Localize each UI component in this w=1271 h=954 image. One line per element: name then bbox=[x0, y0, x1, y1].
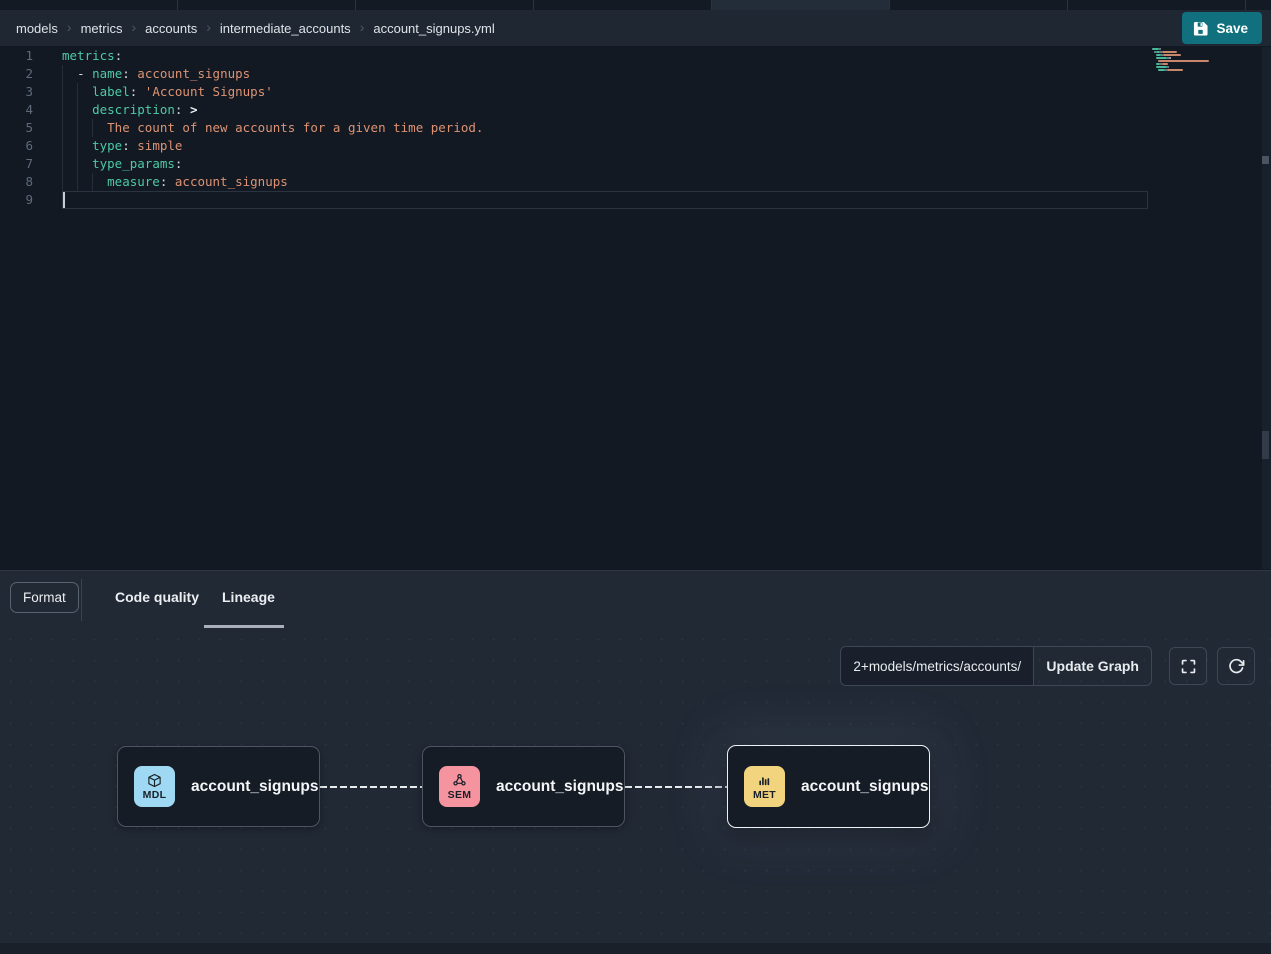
lineage-node-model[interactable]: MDL account_signups bbox=[117, 746, 320, 827]
code-line: The count of new accounts for a given ti… bbox=[62, 119, 483, 137]
window-tab[interactable] bbox=[356, 0, 534, 10]
minimap-line bbox=[1156, 57, 1167, 59]
code-line: description: > bbox=[62, 101, 483, 119]
active-tab-underline bbox=[204, 625, 284, 628]
line-number: 5 bbox=[0, 119, 33, 137]
canvas-bottom-strip bbox=[0, 943, 1271, 954]
code-line bbox=[62, 191, 483, 209]
panel-tab-bar: Format Code quality Lineage bbox=[0, 571, 1271, 629]
window-tab-strip bbox=[0, 0, 1271, 10]
semantic-badge-label: SEM bbox=[448, 789, 472, 801]
lineage-edge bbox=[320, 786, 422, 788]
code-line: metrics: bbox=[62, 47, 483, 65]
selector-group: Update Graph bbox=[840, 646, 1152, 686]
bar-chart-icon bbox=[757, 773, 772, 788]
code-line: measure: account_signups bbox=[62, 173, 483, 191]
chevron-right-icon: › bbox=[67, 20, 72, 34]
breadcrumb-item[interactable]: accounts bbox=[145, 21, 197, 36]
breadcrumb-bar: models › metrics › accounts › intermediate_acc… bbox=[0, 10, 1271, 46]
window-tab[interactable] bbox=[1246, 0, 1271, 10]
node-label: account_signups bbox=[496, 778, 623, 796]
chevron-right-icon: › bbox=[360, 20, 365, 34]
model-badge-label: MDL bbox=[143, 789, 167, 801]
breadcrumb-item[interactable]: intermediate_accounts bbox=[220, 21, 351, 36]
minimap-line bbox=[1158, 60, 1209, 62]
tab-bar-divider bbox=[81, 579, 82, 621]
save-button-label: Save bbox=[1216, 21, 1248, 36]
code-line: type_params: bbox=[62, 155, 483, 173]
minimap-line bbox=[1169, 57, 1171, 59]
breadcrumb: models › metrics › accounts › intermediate_acc… bbox=[16, 21, 495, 36]
semantic-badge: SEM bbox=[439, 766, 480, 807]
line-number: 7 bbox=[0, 155, 33, 173]
fullscreen-icon bbox=[1180, 658, 1197, 675]
code-line: label: 'Account Signups' bbox=[62, 83, 483, 101]
save-button[interactable]: Save bbox=[1182, 12, 1262, 44]
minimap-line bbox=[1162, 63, 1168, 65]
line-number: 6 bbox=[0, 137, 33, 155]
line-number: 3 bbox=[0, 83, 33, 101]
minimap[interactable] bbox=[1150, 46, 1262, 570]
lineage-toolbar: Update Graph bbox=[840, 646, 1255, 686]
chevron-right-icon: › bbox=[131, 20, 136, 34]
minimap-line bbox=[1163, 54, 1180, 56]
cube-icon bbox=[147, 773, 162, 788]
format-button[interactable]: Format bbox=[10, 582, 79, 613]
breadcrumb-item[interactable]: models bbox=[16, 21, 58, 36]
code-line: - name: account_signups bbox=[62, 65, 483, 83]
minimap-line bbox=[1167, 69, 1182, 71]
refresh-icon bbox=[1228, 658, 1245, 675]
line-number: 4 bbox=[0, 101, 33, 119]
tab-code-quality[interactable]: Code quality bbox=[115, 589, 199, 605]
minimap-line bbox=[1159, 48, 1161, 50]
scrollbar-marker bbox=[1262, 156, 1269, 164]
window-tab[interactable] bbox=[534, 0, 712, 10]
code-line: type: simple bbox=[62, 137, 483, 155]
editor-scrollbar[interactable] bbox=[1262, 47, 1271, 569]
window-tab-active[interactable] bbox=[712, 0, 890, 10]
window-tab[interactable] bbox=[890, 0, 1068, 10]
code-editor[interactable]: 123456789 metrics: - name: account_signu… bbox=[0, 46, 1271, 570]
line-number: 2 bbox=[0, 65, 33, 83]
minimap-line bbox=[1156, 66, 1167, 68]
metric-badge: MET bbox=[744, 766, 785, 807]
line-number: 9 bbox=[0, 191, 33, 209]
save-icon bbox=[1193, 21, 1208, 36]
chevron-right-icon: › bbox=[206, 20, 211, 34]
fullscreen-button[interactable] bbox=[1169, 647, 1207, 685]
editor-gutter: 123456789 bbox=[0, 47, 33, 209]
tab-lineage[interactable]: Lineage bbox=[222, 589, 275, 605]
window-tab[interactable] bbox=[1068, 0, 1246, 10]
minimap-line bbox=[1152, 48, 1159, 50]
breadcrumb-item: account_signups.yml bbox=[373, 21, 494, 36]
breadcrumb-item[interactable]: metrics bbox=[81, 21, 123, 36]
lineage-selector-input[interactable] bbox=[841, 647, 1033, 685]
update-graph-button[interactable]: Update Graph bbox=[1033, 647, 1151, 685]
node-label: account_signups bbox=[191, 778, 318, 796]
refresh-graph-button[interactable] bbox=[1217, 647, 1255, 685]
line-number: 1 bbox=[0, 47, 33, 65]
lineage-node-semantic-model[interactable]: SEM account_signups bbox=[422, 746, 625, 827]
node-label: account_signups bbox=[801, 778, 928, 796]
window-tab[interactable] bbox=[178, 0, 356, 10]
metric-badge-label: MET bbox=[753, 789, 776, 801]
minimap-line bbox=[1167, 66, 1169, 68]
lineage-node-metric-selected[interactable]: MET account_signups bbox=[727, 745, 930, 828]
lineage-edge bbox=[625, 786, 727, 788]
network-icon bbox=[452, 773, 467, 788]
bottom-panel: Format Code quality Lineage Update Graph bbox=[0, 570, 1271, 954]
minimap-line bbox=[1158, 69, 1165, 71]
model-badge: MDL bbox=[134, 766, 175, 807]
scrollbar-thumb[interactable] bbox=[1262, 431, 1269, 459]
editor-code[interactable]: metrics: - name: account_signups label: … bbox=[62, 47, 483, 209]
minimap-line bbox=[1162, 51, 1177, 53]
window-tab[interactable] bbox=[0, 0, 178, 10]
line-number: 8 bbox=[0, 173, 33, 191]
